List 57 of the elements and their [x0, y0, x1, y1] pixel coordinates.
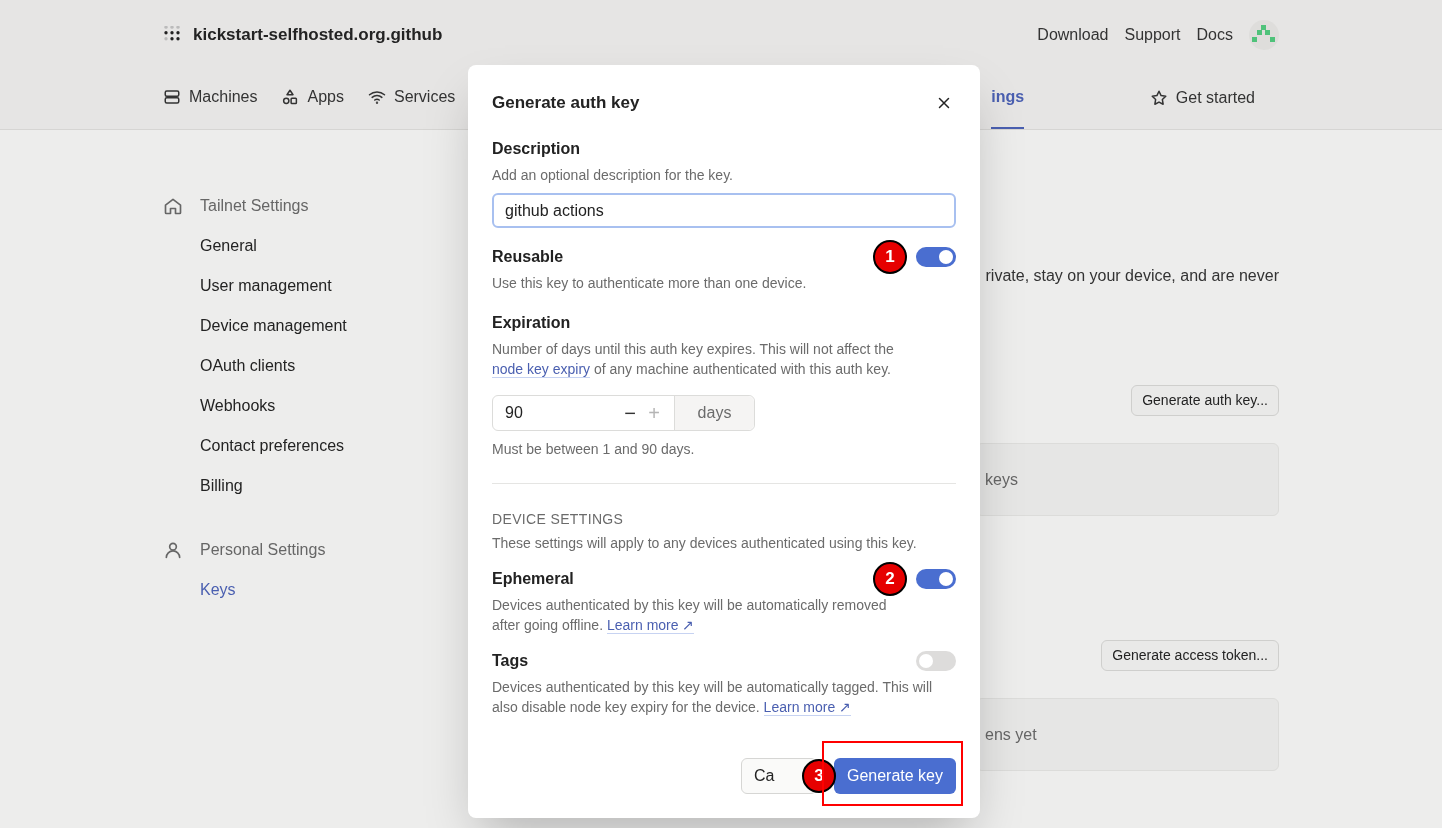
sidebar-item[interactable]: OAuth clients — [200, 354, 296, 378]
help-text: Devices authenticated by this key will be automatically removed after going offline. Learn more ↗ — [492, 596, 888, 635]
node-key-expiry-link[interactable]: node key expiry — [492, 361, 591, 378]
decrement-button[interactable]: − — [618, 396, 642, 430]
section-title: Tailnet Settings — [200, 196, 309, 216]
sidebar-item[interactable]: Webhooks — [200, 394, 276, 418]
generate-button[interactable]: Generate auth key... — [1131, 385, 1279, 416]
empty-state-text: keys — [985, 469, 1018, 490]
header-link[interactable]: Docs — [1196, 23, 1233, 47]
help-text: These settings will apply to any devices authenticated using this key. — [492, 534, 918, 553]
generate-key-button[interactable]: Generate key — [833, 758, 956, 794]
sidebar-item[interactable]: User management — [200, 274, 332, 298]
number-input[interactable]: 90 − + days — [492, 395, 755, 431]
field-label: Reusable — [492, 247, 564, 267]
help-text: Use this key to authenticate more than one device. — [492, 274, 808, 293]
sidebar-item[interactable]: General — [200, 234, 257, 258]
description-input[interactable]: github actions — [492, 193, 956, 228]
sidebar-item[interactable]: Contact preferences — [200, 434, 345, 458]
dialog-title: Generate auth key — [492, 92, 640, 115]
star-icon — [1149, 88, 1168, 107]
help-text: Add an optional description for the key. — [492, 166, 734, 185]
help-text: Devices authenticated by this key will be automatically tagged. This will also disable node key expiry for the device. Learn more ↗ — [492, 678, 934, 717]
section-title: Personal Settings — [200, 540, 326, 560]
server-icon — [163, 87, 181, 106]
section-heading: DEVICE SETTINGS — [492, 510, 625, 529]
toggle-switch[interactable] — [916, 247, 956, 267]
field-label: Ephemeral — [492, 569, 574, 589]
number-value: 90 — [504, 403, 524, 423]
empty-state-text: ens yet — [985, 724, 1037, 745]
field-label: Expiration — [492, 313, 572, 333]
step-marker: 1 — [873, 240, 907, 274]
nav-tab[interactable]: Apps — [281, 66, 344, 129]
learn-more-link[interactable]: Learn more ↗ — [763, 699, 852, 716]
unit-label: days — [674, 396, 754, 430]
learn-more-link[interactable]: Learn more ↗ — [606, 617, 695, 634]
help-text: Number of days until this auth key expires. This will not affect the node key expiry of any machine authenticated with this auth key. — [492, 340, 895, 379]
intro-text: rivate, stay on your device, and are never — [985, 266, 1279, 286]
sidebar-item[interactable]: Keys — [200, 578, 236, 602]
help-text: Must be between 1 and 90 days. — [492, 440, 696, 459]
nav-tab[interactable]: Services — [367, 66, 456, 129]
field-label: Description — [492, 139, 581, 159]
toggle-switch[interactable] — [916, 569, 956, 589]
person-icon — [163, 540, 183, 560]
header-link[interactable]: Support — [1124, 23, 1181, 47]
get-started-link[interactable]: Get started — [1149, 66, 1255, 129]
shapes-icon — [281, 87, 300, 106]
home-icon — [163, 196, 183, 216]
sidebar-item[interactable]: Device management — [200, 314, 347, 338]
header-link[interactable]: Download — [1037, 23, 1109, 47]
generate-button[interactable]: Generate access token... — [1101, 640, 1279, 671]
org-name: kickstart-selfhosted.org.github — [193, 24, 443, 47]
sidebar-item[interactable]: Billing — [200, 474, 243, 498]
nav-tab[interactable]: Machines — [163, 66, 258, 129]
toggle-switch[interactable] — [916, 651, 956, 671]
nav-tab[interactable]: ings — [991, 66, 1025, 129]
step-marker: 2 — [873, 562, 907, 596]
field-label: Tags — [492, 651, 529, 671]
